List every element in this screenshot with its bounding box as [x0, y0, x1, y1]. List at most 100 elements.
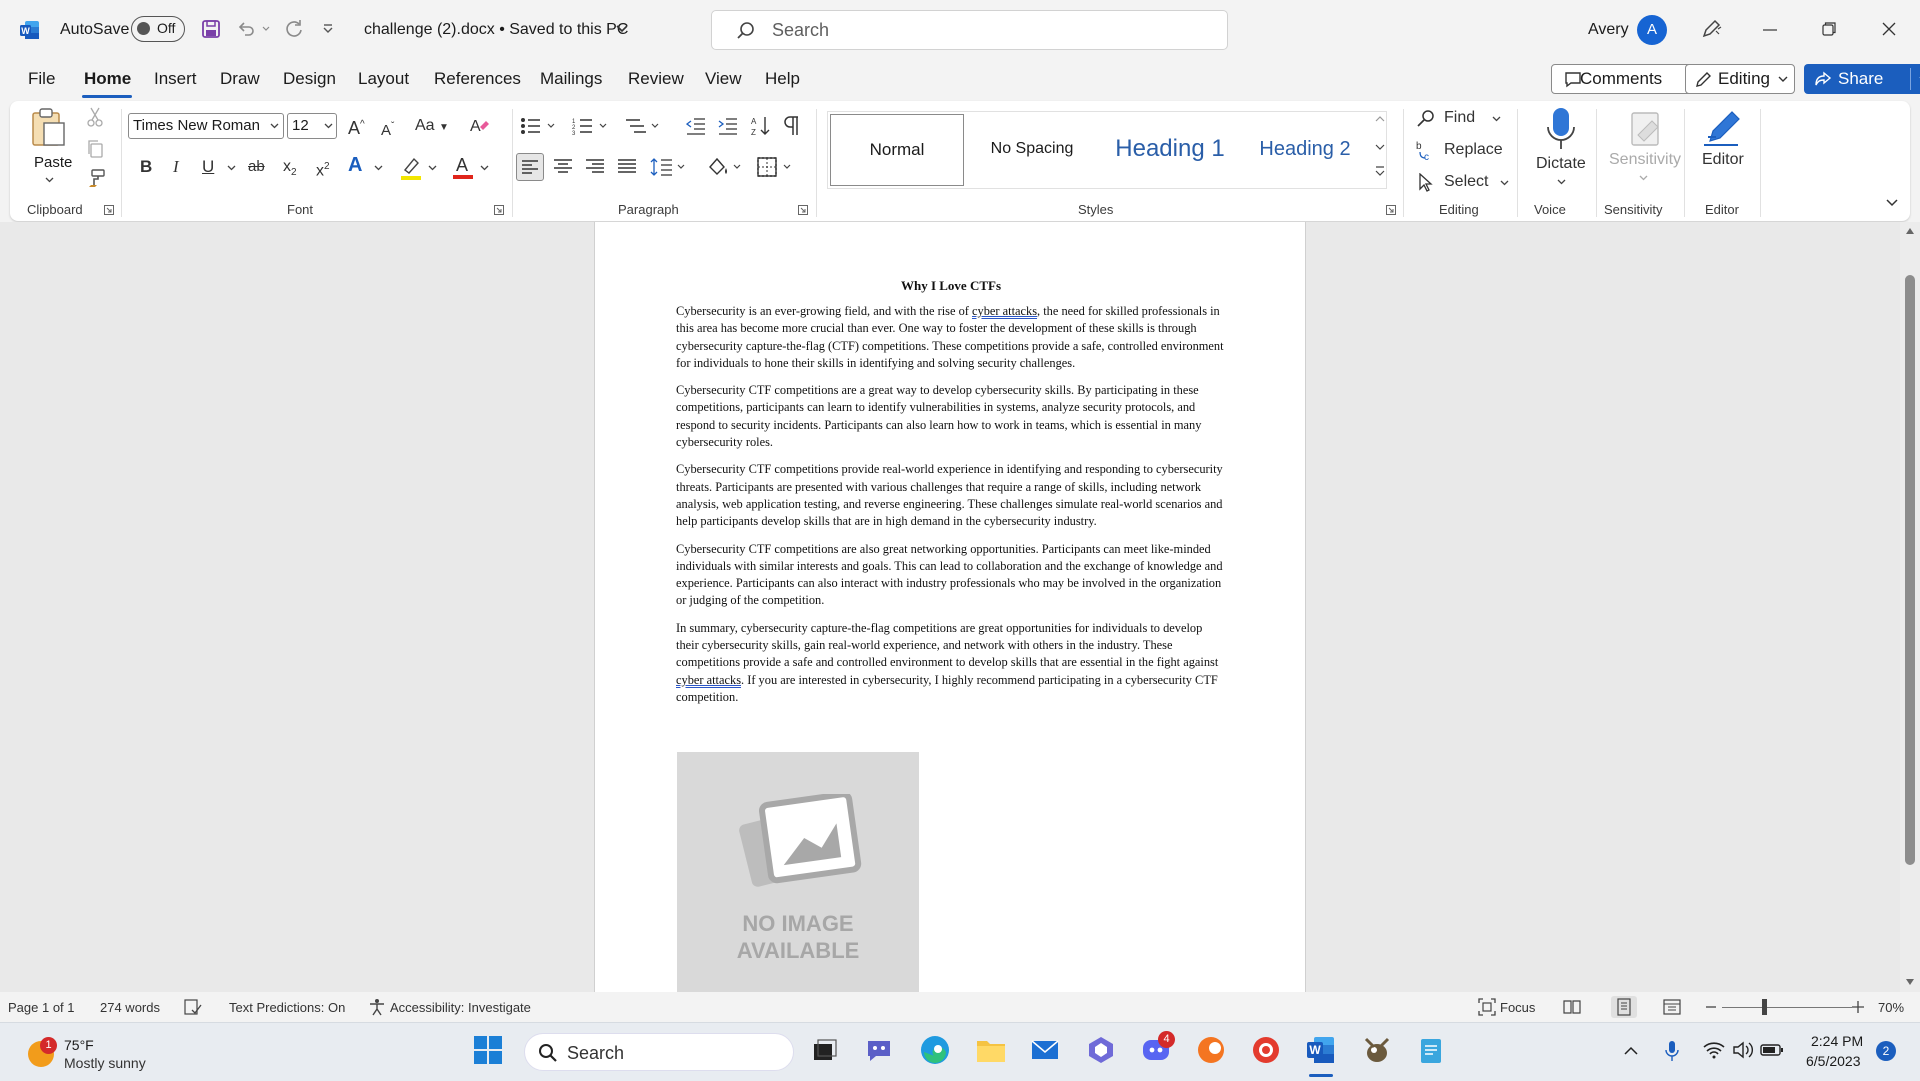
zoom-slider-thumb[interactable] [1762, 999, 1767, 1015]
borders-icon[interactable] [756, 155, 796, 179]
underline-button[interactable]: U [202, 157, 214, 177]
bold-button[interactable]: B [140, 157, 152, 177]
clock-date[interactable]: 6/5/2023 [1806, 1053, 1861, 1069]
autosave-toggle[interactable]: Off [131, 16, 185, 42]
shading-icon[interactable] [706, 155, 746, 179]
copilot-icon[interactable] [1086, 1035, 1118, 1067]
wifi-icon[interactable] [1703, 1041, 1725, 1059]
tab-view[interactable]: View [705, 68, 742, 90]
underline-chevron-down-icon[interactable] [227, 165, 236, 171]
styles-scroll-down-icon[interactable] [1375, 143, 1385, 151]
highlight-chevron-down-icon[interactable] [428, 165, 437, 171]
mail-icon[interactable] [1030, 1035, 1062, 1067]
text-effects-chevron-down-icon[interactable] [374, 165, 383, 171]
format-painter-icon[interactable] [86, 168, 106, 188]
taskbar-search[interactable]: Search [524, 1033, 794, 1071]
justify-icon[interactable] [614, 154, 640, 180]
print-layout-icon[interactable] [1611, 996, 1637, 1018]
designer-pen-icon[interactable] [1700, 18, 1722, 40]
italic-button[interactable]: I [173, 157, 179, 177]
windows-start-icon[interactable] [473, 1035, 505, 1067]
weather-widget[interactable]: 1 75°F Mostly sunny [24, 1033, 164, 1073]
web-layout-icon[interactable] [1663, 998, 1681, 1016]
style-normal[interactable]: Normal [830, 114, 964, 186]
tab-mailings[interactable]: Mailings [540, 68, 602, 90]
tab-review[interactable]: Review [628, 68, 684, 90]
text-effects-button[interactable]: A [348, 155, 362, 175]
close-icon[interactable] [1882, 22, 1896, 36]
show-hidden-icons[interactable] [1624, 1046, 1638, 1055]
dictate-button[interactable]: Dictate [1526, 105, 1596, 195]
zoom-in-icon[interactable] [1852, 1001, 1864, 1013]
subscript-button[interactable]: x2 [283, 157, 297, 183]
task-view-icon[interactable] [808, 1035, 840, 1067]
align-center-icon[interactable] [550, 154, 576, 180]
notification-badge[interactable]: 2 [1876, 1041, 1896, 1061]
tab-layout[interactable]: Layout [358, 68, 409, 90]
line-spacing-icon[interactable] [650, 155, 690, 179]
sensitivity-button[interactable]: Sensitivity [1598, 105, 1688, 195]
share-button[interactable]: Share [1804, 64, 1920, 94]
tab-insert[interactable]: Insert [154, 68, 197, 90]
scroll-down-icon[interactable] [1905, 978, 1915, 986]
increase-indent-icon[interactable] [718, 117, 738, 135]
read-mode-icon[interactable] [1563, 999, 1581, 1015]
zoom-out-icon[interactable] [1706, 1006, 1716, 1008]
zoom-slider[interactable] [1722, 1007, 1852, 1008]
font-family-select[interactable]: Times New Roman [128, 113, 284, 139]
font-color-chevron-down-icon[interactable] [480, 165, 489, 171]
accessibility-status[interactable]: Accessibility: Investigate [390, 1000, 531, 1015]
clipboard-launcher-icon[interactable] [104, 205, 114, 215]
show-formatting-marks-icon[interactable] [783, 115, 801, 137]
shrink-font-button[interactable]: Aˇ [381, 117, 394, 141]
tab-design[interactable]: Design [283, 68, 336, 90]
cursor-app-icon[interactable] [1251, 1035, 1283, 1067]
editing-mode-button[interactable]: Editing [1685, 64, 1795, 94]
tab-draw[interactable]: Draw [220, 68, 260, 90]
notepad-icon[interactable] [1416, 1035, 1448, 1067]
tab-home[interactable]: Home [84, 68, 131, 90]
file-explorer-icon[interactable] [975, 1035, 1007, 1067]
save-icon[interactable] [201, 19, 221, 39]
document-body[interactable]: Why I Love CTFs Cybersecurity is an ever… [676, 277, 1226, 716]
align-left-icon[interactable] [516, 153, 544, 181]
grammar-flag-cyber-attacks-2[interactable]: cyber attacks [676, 673, 741, 687]
paragraph-launcher-icon[interactable] [798, 205, 808, 215]
text-predictions-status[interactable]: Text Predictions: On [229, 1000, 345, 1015]
cut-icon[interactable] [86, 107, 104, 127]
styles-more-icon[interactable] [1375, 165, 1385, 177]
tab-help[interactable]: Help [765, 68, 800, 90]
user-name[interactable]: Avery [1588, 18, 1629, 42]
title-chevron-down-icon[interactable] [616, 25, 628, 33]
scrollbar-thumb[interactable] [1905, 275, 1915, 865]
word-count[interactable]: 274 words [100, 1000, 160, 1015]
focus-label[interactable]: Focus [1500, 1000, 1535, 1015]
styles-launcher-icon[interactable] [1386, 205, 1396, 215]
undo-icon[interactable] [236, 19, 256, 39]
redo-icon[interactable] [283, 18, 305, 40]
tab-file[interactable]: File [28, 68, 55, 90]
numbering-icon[interactable]: 123 [572, 117, 608, 135]
style-no-spacing[interactable]: No Spacing [966, 114, 1098, 184]
restore-icon[interactable] [1822, 22, 1836, 36]
align-right-icon[interactable] [582, 154, 608, 180]
minimize-icon[interactable] [1763, 29, 1777, 31]
styles-scroll-up-icon[interactable] [1375, 115, 1385, 123]
document-title[interactable]: challenge (2).docx • Saved to this PC [364, 18, 628, 42]
gimp-icon[interactable] [1362, 1035, 1394, 1067]
vertical-scrollbar[interactable] [1900, 222, 1920, 992]
accessibility-icon[interactable] [368, 998, 386, 1016]
battery-icon[interactable] [1760, 1042, 1784, 1058]
clear-formatting-icon[interactable]: A [468, 115, 490, 137]
teams-chat-icon[interactable] [864, 1035, 896, 1067]
collapse-ribbon-icon[interactable] [1886, 199, 1898, 207]
decrease-indent-icon[interactable] [686, 117, 706, 135]
bullets-icon[interactable] [520, 117, 556, 135]
grow-font-button[interactable]: A^ [348, 115, 365, 138]
paste-button[interactable]: Paste [24, 105, 72, 189]
customize-toolbar-icon[interactable] [322, 24, 334, 34]
crunchyroll-icon[interactable] [1196, 1035, 1228, 1067]
select-button[interactable]: Select [1416, 171, 1509, 195]
microphone-icon[interactable] [1665, 1040, 1679, 1062]
highlight-icon[interactable] [400, 155, 422, 181]
